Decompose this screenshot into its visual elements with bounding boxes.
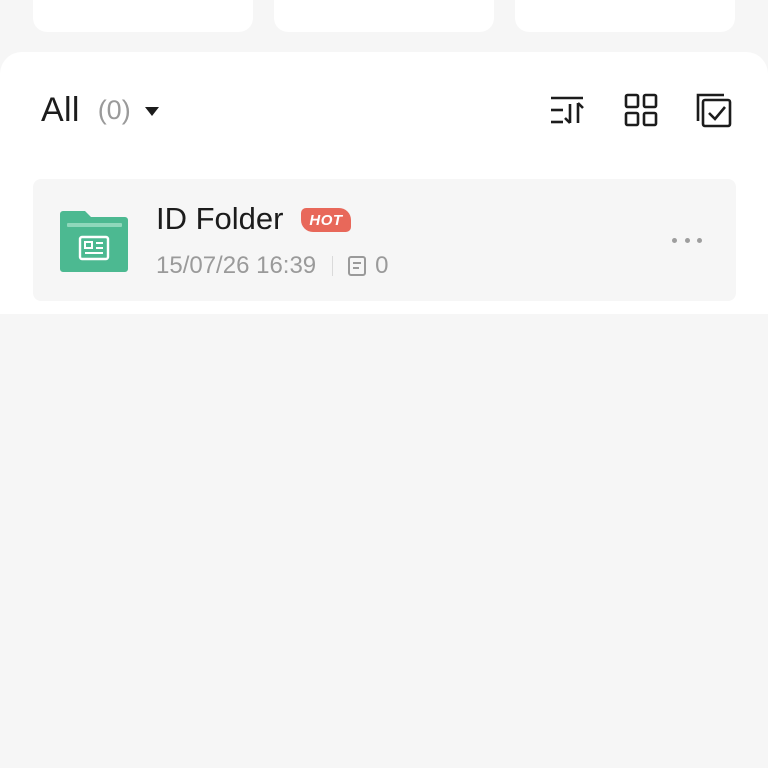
- folder-meta: 15/07/26 16:39 0: [156, 252, 389, 280]
- sort-icon: [551, 96, 584, 124]
- folder-list-item[interactable]: ID Folder HOT 15/07/26 16:39 0: [33, 179, 736, 301]
- filter-label: All: [41, 90, 80, 129]
- more-dot-icon: [697, 237, 702, 243]
- top-card-2[interactable]: [274, 0, 494, 32]
- top-card-1[interactable]: [33, 0, 253, 32]
- folder-name: ID Folder: [156, 201, 284, 236]
- folder-doc-count: 0: [375, 252, 389, 279]
- hot-badge: HOT: [301, 208, 351, 232]
- grid-view-button[interactable]: [622, 91, 660, 129]
- top-card-3[interactable]: [515, 0, 735, 32]
- id-folder-icon: [59, 209, 129, 273]
- meta-divider: [332, 256, 334, 276]
- filter-dropdown[interactable]: All (0): [41, 90, 159, 130]
- caret-down-icon: [144, 106, 159, 116]
- more-dot-icon: [672, 237, 677, 243]
- multi-select-button[interactable]: [695, 91, 733, 129]
- sort-button[interactable]: [548, 91, 586, 129]
- more-options-button[interactable]: [672, 229, 702, 251]
- folder-date: 15/07/26 16:39: [156, 252, 317, 279]
- document-icon: [347, 255, 367, 277]
- more-dot-icon: [684, 237, 690, 243]
- filter-count: (0): [97, 94, 131, 125]
- top-cards: [0, 0, 768, 40]
- multi-select-icon: [696, 93, 732, 128]
- grid-view-icon: [624, 93, 658, 127]
